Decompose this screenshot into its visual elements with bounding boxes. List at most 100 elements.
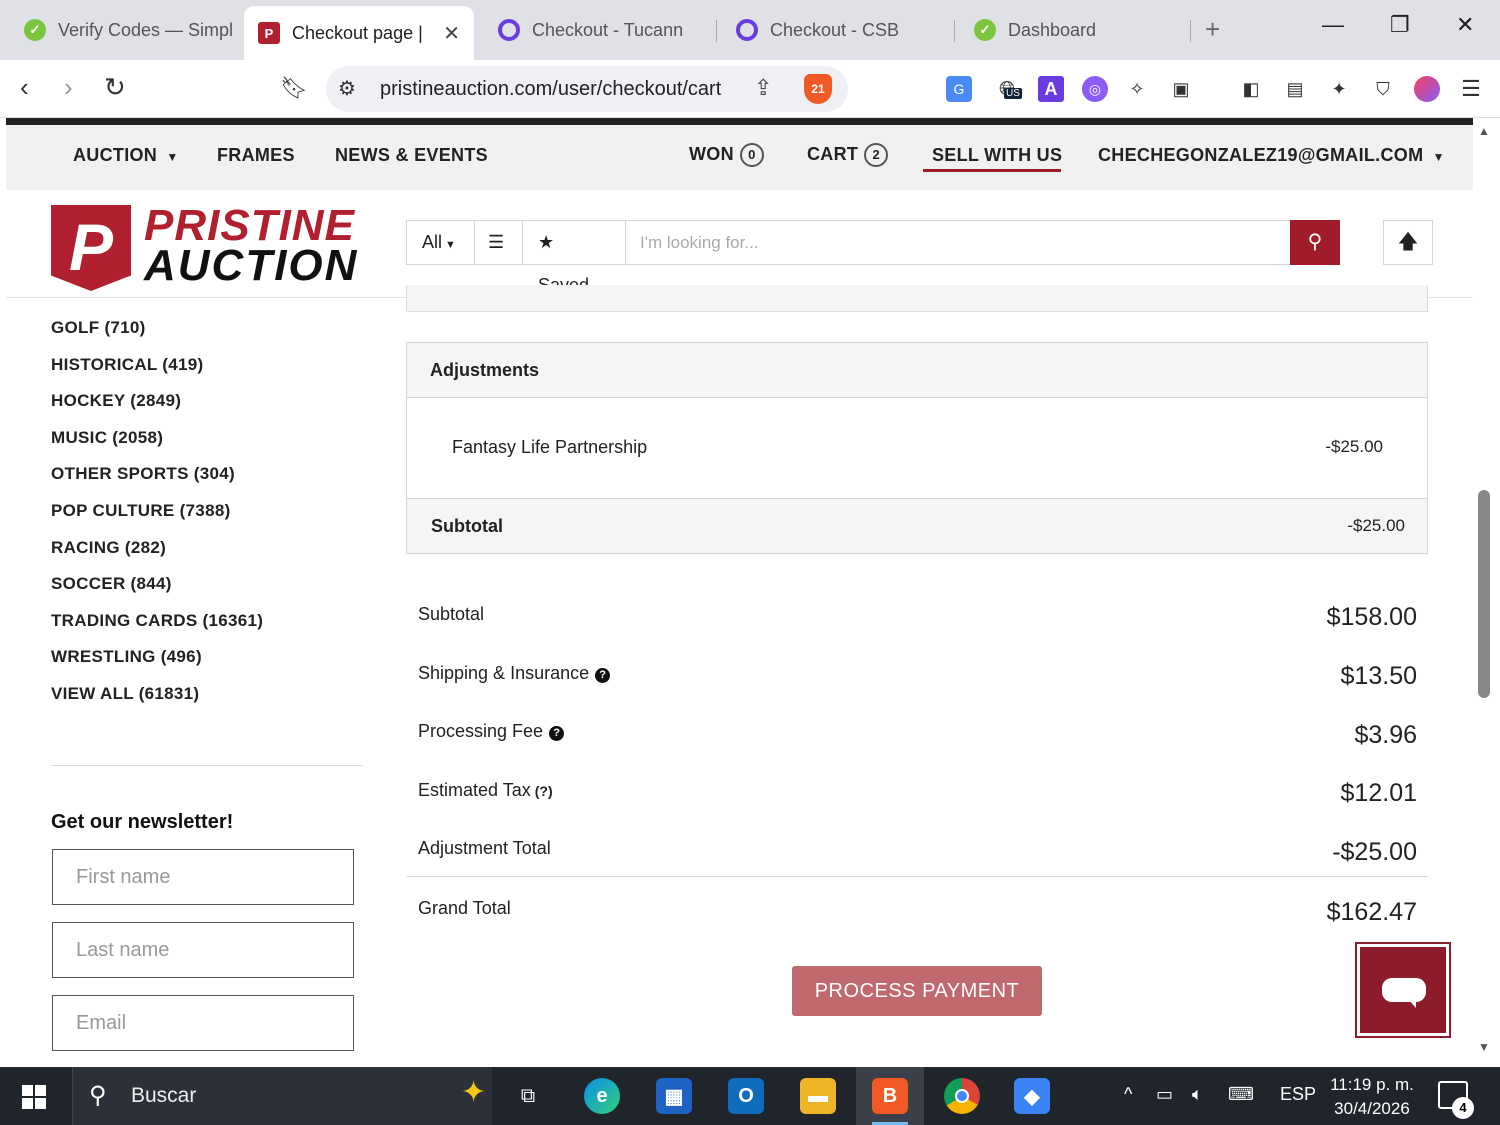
leo-ai-icon[interactable]: ✦ xyxy=(1326,76,1352,102)
caret-down-icon: ▼ xyxy=(1432,150,1445,164)
category-link[interactable]: GOLF (710) xyxy=(51,318,146,338)
adjustments-panel: Adjustments Fantasy Life Partnership -$2… xyxy=(406,342,1428,554)
keyboard-icon[interactable]: ⌨ xyxy=(1228,1084,1254,1105)
taskbar-clock[interactable]: 11:19 p. m. 30/4/2026 xyxy=(1322,1073,1422,1121)
windows-start-icon[interactable] xyxy=(22,1085,46,1109)
volume-icon[interactable]: 🔈︎ xyxy=(1192,1084,1203,1105)
sidebar-toggle-icon[interactable]: ◧ xyxy=(1238,76,1264,102)
category-link[interactable]: MUSIC (2058) xyxy=(51,428,163,448)
question-circle-icon[interactable]: ? xyxy=(595,668,611,683)
scroll-to-top-button[interactable]: 🡅 xyxy=(1383,220,1433,265)
menu-icon[interactable]: ☰ xyxy=(1458,76,1484,102)
task-view-icon[interactable]: ⧉ xyxy=(510,1078,546,1114)
saved-searches-button[interactable]: ★ Saved xyxy=(523,221,626,295)
first-name-field[interactable] xyxy=(52,849,354,905)
back-icon[interactable]: ‹ xyxy=(20,72,29,103)
search-button[interactable]: ⚲ xyxy=(1290,220,1340,265)
tab-checkout-tucann[interactable]: Checkout - Tucann xyxy=(484,8,712,52)
caret-down-icon: ▼ xyxy=(445,239,456,251)
tax-help-link[interactable]: (?) xyxy=(535,783,553,799)
site-settings-icon[interactable]: ⚙ xyxy=(338,76,356,101)
translate-icon[interactable]: G xyxy=(946,76,972,102)
tab-checkout-page[interactable]: P Checkout page | ✕ xyxy=(244,6,474,60)
close-window-icon[interactable]: ✕ xyxy=(1456,12,1474,38)
purple-extension-icon[interactable]: ◎ xyxy=(1082,76,1108,102)
tab-verify-codes[interactable]: ✓ Verify Codes — Simpl xyxy=(10,8,238,52)
browser-toolbar: ‹ › ↻ 🔖︎ ⚙ pristineauction.com/user/chec… xyxy=(0,60,1500,118)
tab-separator xyxy=(716,20,717,42)
nav-cart[interactable]: CART 2 xyxy=(807,143,889,167)
category-link[interactable]: HISTORICAL (419) xyxy=(51,355,203,375)
list-view-icon[interactable]: ☰ xyxy=(475,221,523,264)
font-extension-icon[interactable]: A xyxy=(1038,76,1064,102)
category-link[interactable]: SOCCER (844) xyxy=(51,574,172,594)
brave-shield-icon[interactable]: 21 xyxy=(804,74,832,104)
last-name-field[interactable] xyxy=(52,922,354,978)
restore-icon[interactable]: ❐ xyxy=(1390,12,1410,38)
shield-icon[interactable]: ⛉ xyxy=(1370,76,1396,102)
address-bar[interactable]: ⚙ pristineauction.com/user/checkout/cart… xyxy=(326,66,848,112)
roblox-icon[interactable]: ◆ xyxy=(1014,1078,1050,1114)
extensions-puzzle-icon[interactable]: ✧ xyxy=(1124,76,1150,102)
category-link[interactable]: OTHER SPORTS (304) xyxy=(51,464,235,484)
taskbar-search-box[interactable]: ⚲ Buscar ✦ xyxy=(72,1067,492,1125)
nav-frames[interactable]: FRAMES xyxy=(217,145,295,166)
adjustments-header: Adjustments xyxy=(407,343,1427,398)
wallet-icon[interactable]: ▤ xyxy=(1282,76,1308,102)
nav-auction[interactable]: AUCTION ▼ xyxy=(73,145,179,166)
nav-news-events[interactable]: NEWS & EVENTS xyxy=(335,145,488,166)
new-tab-icon[interactable]: + xyxy=(1205,14,1220,45)
tray-overflow-icon[interactable]: ^ xyxy=(1124,1084,1132,1105)
tab-checkout-csb[interactable]: Checkout - CSB xyxy=(722,8,950,52)
adjustments-subtotal-value: -$25.00 xyxy=(1347,516,1405,535)
scrollbar-thumb[interactable] xyxy=(1478,490,1490,698)
scroll-down-arrow-icon[interactable]: ▼ xyxy=(1478,1040,1490,1054)
grand-total-value: $162.47 xyxy=(1326,898,1417,926)
scroll-up-arrow-icon[interactable]: ▲ xyxy=(1478,124,1490,138)
category-link-view-all[interactable]: VIEW ALL (61831) xyxy=(51,684,199,704)
network-icon[interactable]: ▭ xyxy=(1156,1084,1173,1105)
profile-avatar[interactable] xyxy=(1414,76,1440,102)
chrome-browser-icon[interactable] xyxy=(944,1078,980,1114)
category-link[interactable]: POP CULTURE (7388) xyxy=(51,501,231,521)
site-top-nav: AUCTION ▼ FRAMES NEWS & EVENTS WON 0 CART… xyxy=(6,125,1473,190)
chat-widget-button[interactable] xyxy=(1355,942,1451,1038)
chat-bubble-tail xyxy=(1408,999,1416,1008)
minimize-icon[interactable]: — xyxy=(1322,12,1344,38)
share-icon[interactable]: ⇪ xyxy=(754,75,772,101)
search-scope-select[interactable]: All ▼ xyxy=(407,221,475,264)
nav-account[interactable]: CHECHEGONZALEZ19@GMAIL.COM ▼ xyxy=(1098,145,1445,166)
adjustment-total-label: Adjustment Total xyxy=(418,838,551,858)
search-input[interactable] xyxy=(626,221,1290,264)
forward-icon[interactable]: › xyxy=(64,72,73,103)
adjustment-item-value: -$25.00 xyxy=(1325,437,1383,456)
tab-title: Dashboard xyxy=(1008,19,1097,40)
file-explorer-icon[interactable]: ▬ xyxy=(800,1078,836,1114)
input-language[interactable]: ESP xyxy=(1280,1084,1316,1105)
url-text[interactable]: pristineauction.com/user/checkout/cart xyxy=(380,78,721,101)
nav-sell-with-us[interactable]: SELL WITH US xyxy=(932,145,1062,166)
sell-underline xyxy=(923,169,1061,172)
vpn-globe-icon[interactable]: 🌐︎ US xyxy=(994,76,1022,102)
brave-browser-icon[interactable]: B xyxy=(872,1078,908,1114)
bookmark-icon[interactable]: 🔖︎ xyxy=(280,75,308,101)
email-field[interactable] xyxy=(52,995,354,1051)
reload-icon[interactable]: ↻ xyxy=(104,72,126,103)
nav-won[interactable]: WON 0 xyxy=(689,143,764,167)
tab-dashboard[interactable]: ✓ Dashboard xyxy=(960,8,1188,52)
reader-icon[interactable]: ▣ xyxy=(1168,76,1194,102)
category-link[interactable]: RACING (282) xyxy=(51,538,166,558)
category-link[interactable]: WRESTLING (496) xyxy=(51,647,202,667)
shipping-value: $13.50 xyxy=(1340,662,1417,690)
category-link[interactable]: HOCKEY (2849) xyxy=(51,391,181,411)
chat-bubble-icon xyxy=(1382,978,1426,1002)
microsoft-store-icon[interactable]: ▦ xyxy=(656,1078,692,1114)
close-tab-icon[interactable]: ✕ xyxy=(433,21,460,46)
question-circle-icon[interactable]: ? xyxy=(549,726,565,741)
edge-browser-icon[interactable]: e xyxy=(584,1078,620,1114)
adjustments-title: Adjustments xyxy=(430,360,540,380)
process-payment-button[interactable]: PROCESS PAYMENT xyxy=(792,966,1042,1016)
category-link[interactable]: TRADING CARDS (16361) xyxy=(51,611,263,631)
green-check-icon: ✓ xyxy=(24,19,46,41)
outlook-icon[interactable]: O xyxy=(728,1078,764,1114)
